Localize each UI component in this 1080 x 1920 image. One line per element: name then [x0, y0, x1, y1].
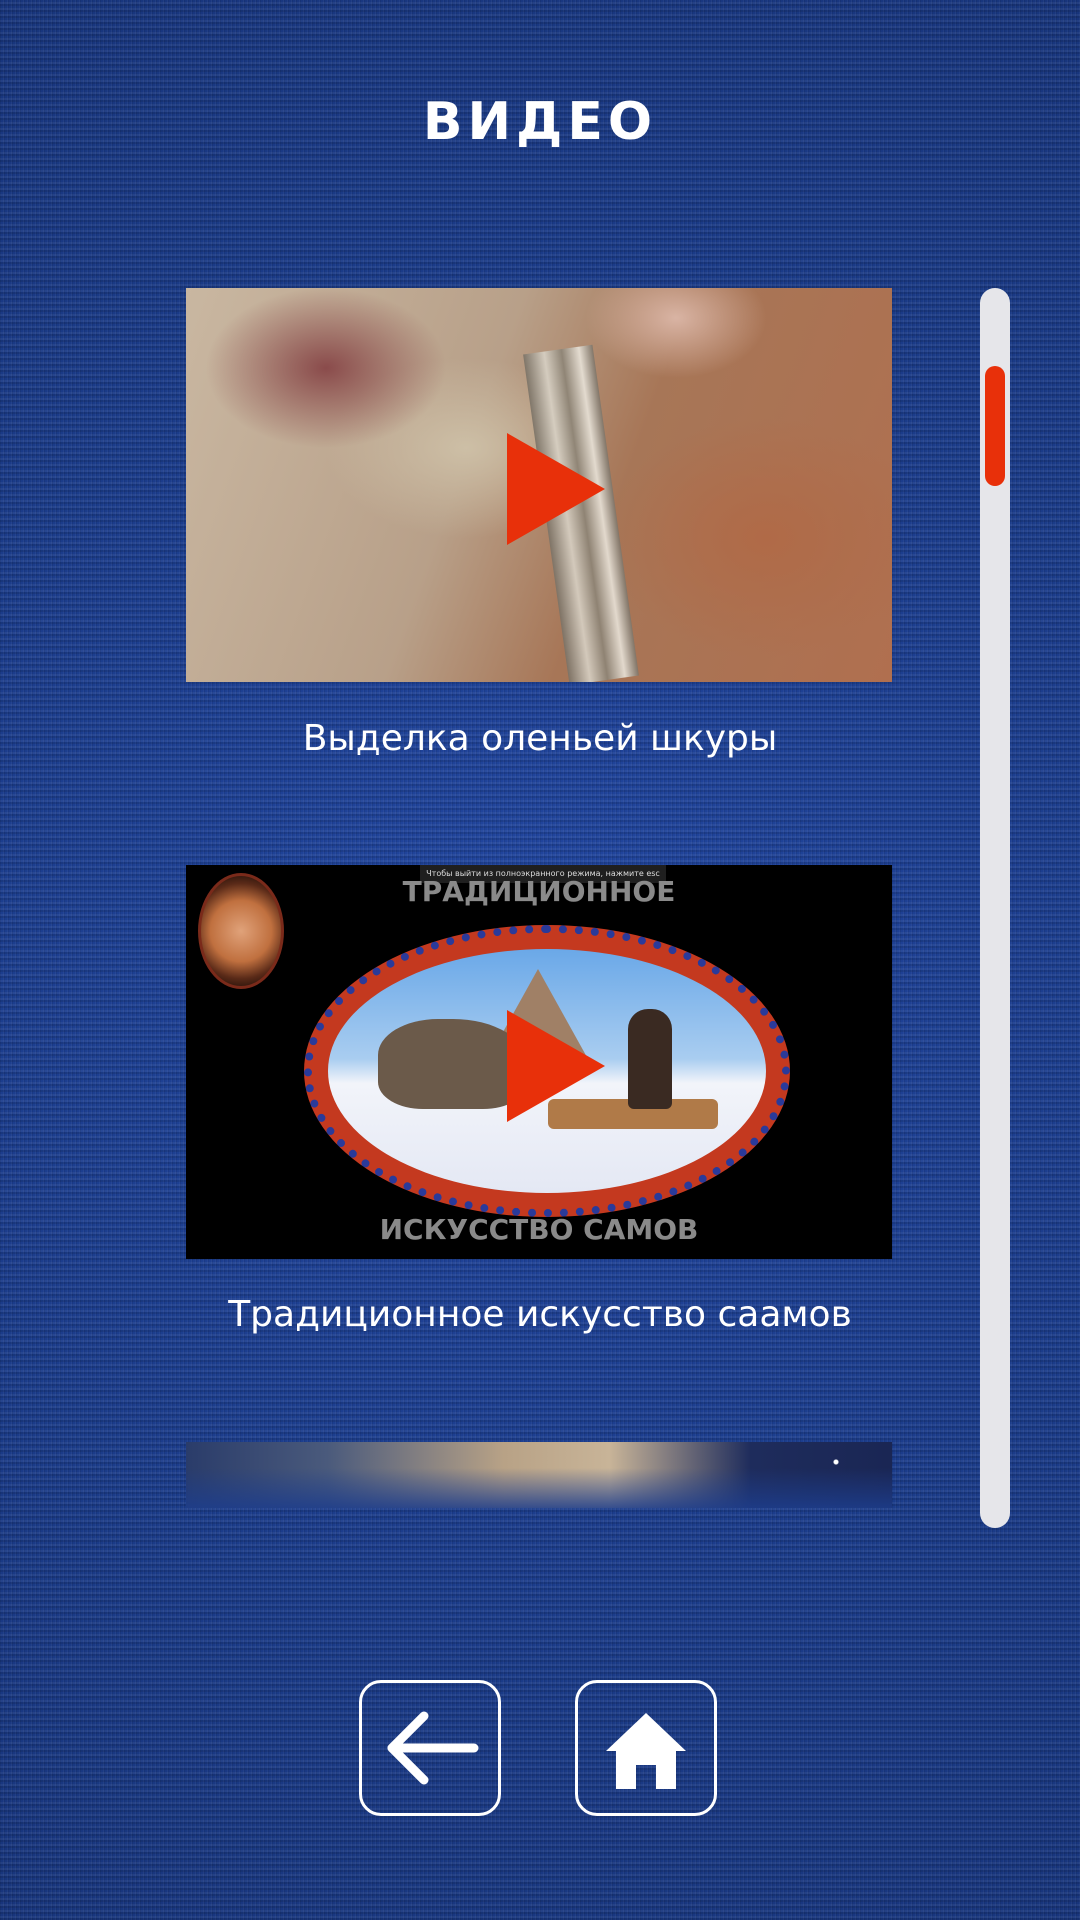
video-caption-2[interactable]: Традиционное искусство саамов [0, 1294, 1080, 1335]
video-thumbnail-3[interactable] [186, 1442, 892, 1508]
video-list[interactable]: Выделка оленьей шкуры Чтобы выйти из пол… [0, 288, 1080, 1508]
scrollbar[interactable] [980, 288, 1010, 1528]
arrow-left-icon [387, 1711, 479, 1785]
back-button[interactable] [359, 1680, 501, 1816]
page-title: ВИДЕО [422, 92, 658, 152]
play-icon[interactable] [507, 1010, 605, 1122]
thumbnail-title-bottom: ИСКУССТВО САМОВ [379, 1213, 699, 1246]
thumbnail-title-top: ТРАДИЦИОННОЕ [402, 875, 676, 908]
video-thumbnail-2[interactable]: Чтобы выйти из полноэкранного режима, на… [186, 865, 892, 1259]
play-icon[interactable] [507, 433, 605, 545]
video-caption-1[interactable]: Выделка оленьей шкуры [0, 718, 1080, 759]
home-icon [606, 1713, 686, 1789]
home-button[interactable] [575, 1680, 717, 1816]
video-thumbnail-1[interactable] [186, 288, 892, 682]
scrollbar-thumb[interactable] [985, 366, 1005, 486]
